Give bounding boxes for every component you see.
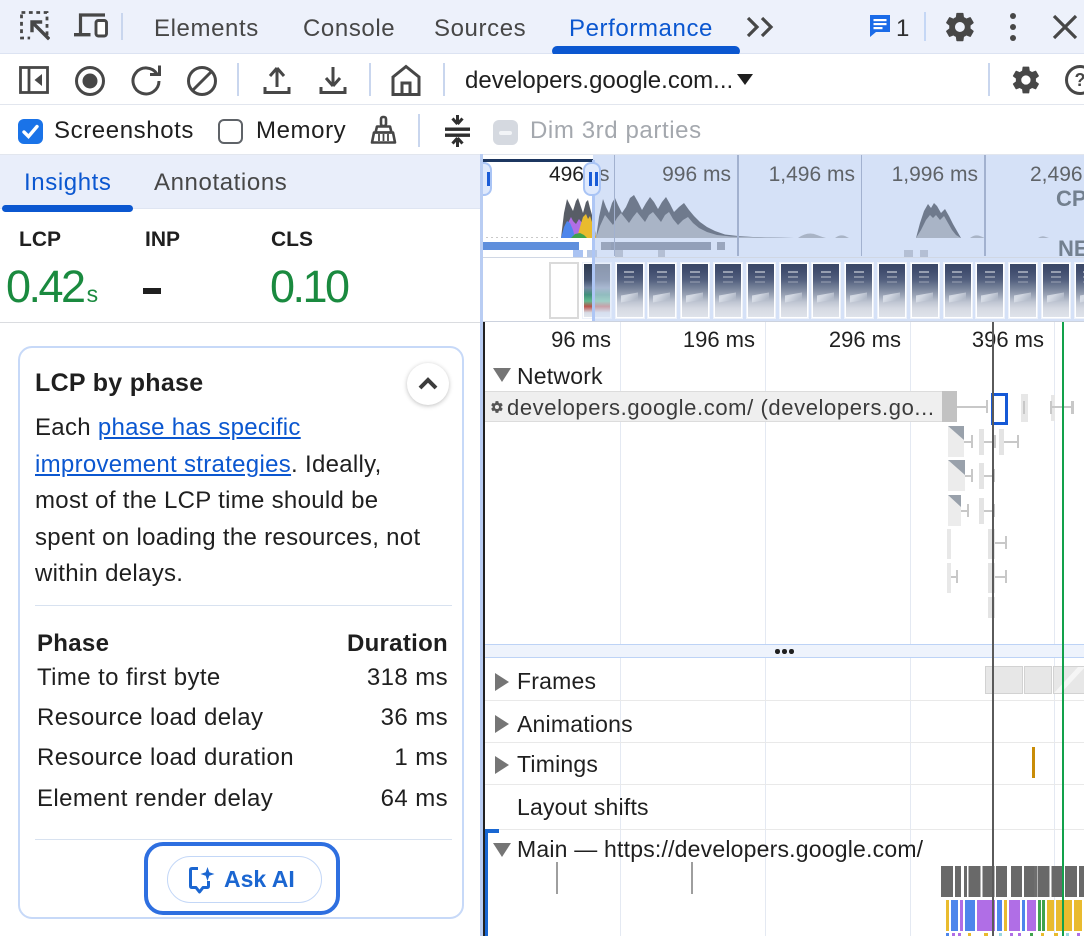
svg-text:?: ? [1075,70,1084,90]
